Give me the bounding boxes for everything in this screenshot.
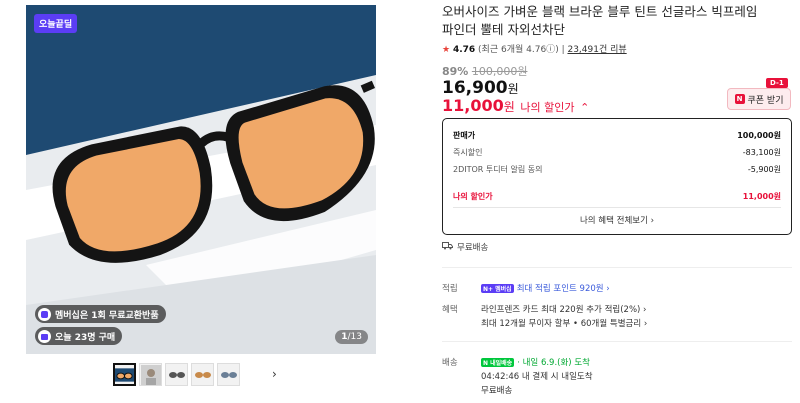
thumb-next-arrow[interactable]: ›	[272, 367, 277, 381]
product-title: 오버사이즈 가벼운 블랙 브라운 블루 틴트 선글라스 빅프레임 파인더 뿔테 …	[442, 4, 758, 37]
star-icon: ★	[442, 45, 451, 55]
thumbnail-1[interactable]	[113, 363, 136, 386]
my-discount-price[interactable]: 11,000원 나의 할인가 ⌃	[442, 96, 589, 115]
card-benefit-link[interactable]: 라인프렌즈 카드 최대 220원 추가 적립(2%) ›	[481, 303, 646, 315]
coupon-button[interactable]: N 쿠폰 받기	[727, 88, 791, 110]
today-purchase-text: 오늘 23명 구매	[55, 332, 116, 343]
delivery-label: 배송	[442, 358, 458, 368]
thumbnail-5[interactable]	[217, 363, 240, 386]
thumbnail-4[interactable]	[191, 363, 214, 386]
price-row-alert-discount: 2DITOR 투디터 알림 동의 -5,900원	[453, 165, 781, 174]
price-breakdown-box: 판매가 100,000원 즉시할인 -83,100원 2DITOR 투디터 알림 동…	[442, 118, 792, 235]
price-box-divider	[453, 207, 781, 208]
free-shipping-row: 무료배송	[442, 241, 488, 253]
membership-icon	[38, 307, 51, 321]
benefit-label: 혜택	[442, 305, 458, 315]
thumbnail-3[interactable]	[165, 363, 188, 386]
naver-n-icon: N	[734, 94, 745, 104]
points-label: 적립	[442, 284, 458, 294]
rating-value: 4.76	[452, 45, 476, 55]
membership-return-pill: 멤버십은 1회 무료교환반품	[35, 305, 166, 323]
coupon-label: 쿠폰 받기	[747, 95, 784, 106]
discount-row: 89% 100,000원	[442, 63, 527, 79]
installment-benefit-link[interactable]: 최대 12개월 무이자 할부 • 60개월 특별금리 ›	[481, 317, 647, 329]
naver-plus-membership-icon: N+ 멤버십	[481, 284, 514, 293]
thumbnail-strip	[113, 363, 240, 386]
naver-tomorrow-delivery-icon: N 내일배송	[481, 358, 515, 367]
sale-price: 16,900원	[442, 78, 519, 98]
today-deal-badge: 오늘끝딜	[34, 14, 78, 33]
info-icon[interactable]: ⓘ	[546, 45, 555, 55]
discount-percent: 89%	[442, 65, 469, 78]
product-main-image	[26, 5, 376, 354]
product-image-gallery[interactable]: 오늘끝딜 멤버십은 1회 무료교환반품 오늘 23명 구매 1/13	[26, 5, 376, 354]
price-row-instant-discount: 즉시할인 -83,100원	[453, 148, 781, 157]
price-row-sale: 판매가 100,000원	[453, 131, 781, 140]
purchase-icon	[38, 329, 51, 343]
all-benefits-link[interactable]: 나의 혜택 전체보기 ›	[443, 214, 791, 226]
today-purchase-pill: 오늘 23명 구매	[35, 327, 123, 345]
membership-return-text: 멤버십은 1회 무료교환반품	[55, 310, 159, 321]
image-counter: 1/13	[335, 330, 368, 344]
rating-summary: ★ 4.76 (최근 6개월 4.76ⓘ) | 23,491건 리뷰	[442, 45, 627, 55]
chevron-up-icon: ⌃	[580, 101, 590, 114]
points-row[interactable]: N+ 멤버십 최대 적립 포인트 920원 ›	[481, 282, 610, 294]
coupon-dday-badge: D-1	[766, 78, 788, 88]
delivery-free: 무료배송	[481, 386, 513, 396]
price-row-my-price: 나의 할인가 11,000원	[453, 192, 781, 201]
rating-detail: (최근 6개월 4.76	[478, 45, 547, 55]
truck-icon	[442, 241, 453, 253]
section-divider	[442, 341, 792, 342]
delivery-eta-row: N 내일배송 · 내일 6.9.(화) 도착	[481, 358, 590, 368]
section-divider	[442, 267, 792, 268]
thumbnail-2[interactable]	[139, 363, 162, 386]
review-count-link[interactable]: 23,491건 리뷰	[567, 45, 626, 55]
delivery-cutoff: 04:42:46 내 결제 시 내일도착	[481, 372, 593, 382]
original-price: 100,000원	[471, 65, 528, 78]
